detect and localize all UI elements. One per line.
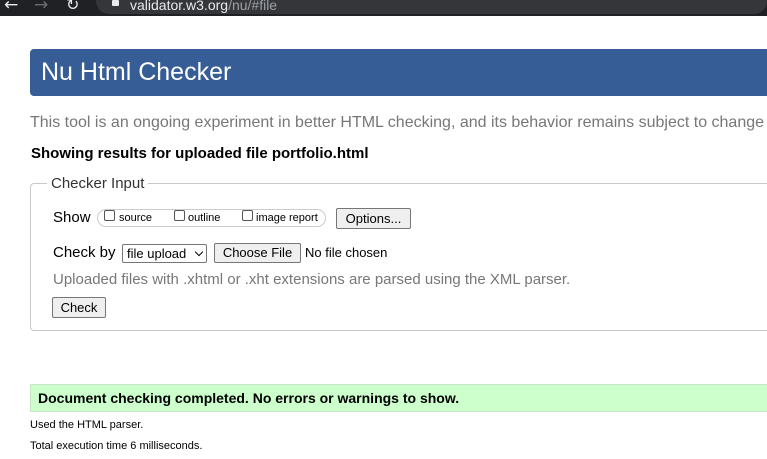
file-status-text: No file chosen (305, 245, 388, 260)
outline-checkbox[interactable] (174, 210, 185, 221)
check-button[interactable]: Check (52, 297, 106, 318)
browser-toolbar: ← → ↻ validator.w3.org/nu/#file (0, 0, 767, 16)
check-by-label: Check by (53, 244, 116, 261)
source-checkbox-label[interactable]: source (119, 212, 152, 224)
url-path: /nu/#file (228, 0, 278, 13)
execution-time: Total execution time 6 milliseconds. (30, 440, 203, 452)
address-bar-url[interactable]: validator.w3.org/nu/#file (130, 0, 277, 14)
options-button[interactable]: Options... (336, 208, 411, 229)
results-heading: Showing results for uploaded file portfo… (31, 145, 369, 162)
reload-icon[interactable]: ↻ (66, 0, 79, 15)
show-label: Show (53, 209, 91, 226)
check-by-select[interactable]: file upload (122, 244, 207, 263)
lock-icon[interactable] (112, 0, 119, 6)
parser-note: Used the HTML parser. (30, 419, 144, 431)
forward-arrow-icon[interactable]: → (34, 0, 48, 15)
url-host: validator.w3.org (130, 0, 229, 13)
page-header: Nu Html Checker (30, 49, 767, 96)
success-message: Document checking completed. No errors o… (38, 390, 460, 406)
success-message-box: Document checking completed. No errors o… (30, 384, 767, 412)
xml-parser-note: Uploaded files with .xhtml or .xht exten… (53, 271, 571, 288)
check-by-selected-value: file upload (127, 246, 187, 261)
source-checkbox[interactable] (104, 210, 115, 221)
back-arrow-icon[interactable]: ← (4, 0, 18, 15)
checker-input-legend: Checker Input (47, 175, 149, 192)
intro-text: This tool is an ongoing experiment in be… (30, 114, 765, 131)
page-title: Nu Html Checker (41, 58, 232, 86)
image-report-checkbox[interactable] (242, 210, 253, 221)
image-report-checkbox-label[interactable]: image report (256, 212, 318, 224)
outline-checkbox-label[interactable]: outline (188, 212, 220, 224)
chevron-down-icon (194, 247, 204, 257)
choose-file-button[interactable]: Choose File (214, 243, 301, 263)
